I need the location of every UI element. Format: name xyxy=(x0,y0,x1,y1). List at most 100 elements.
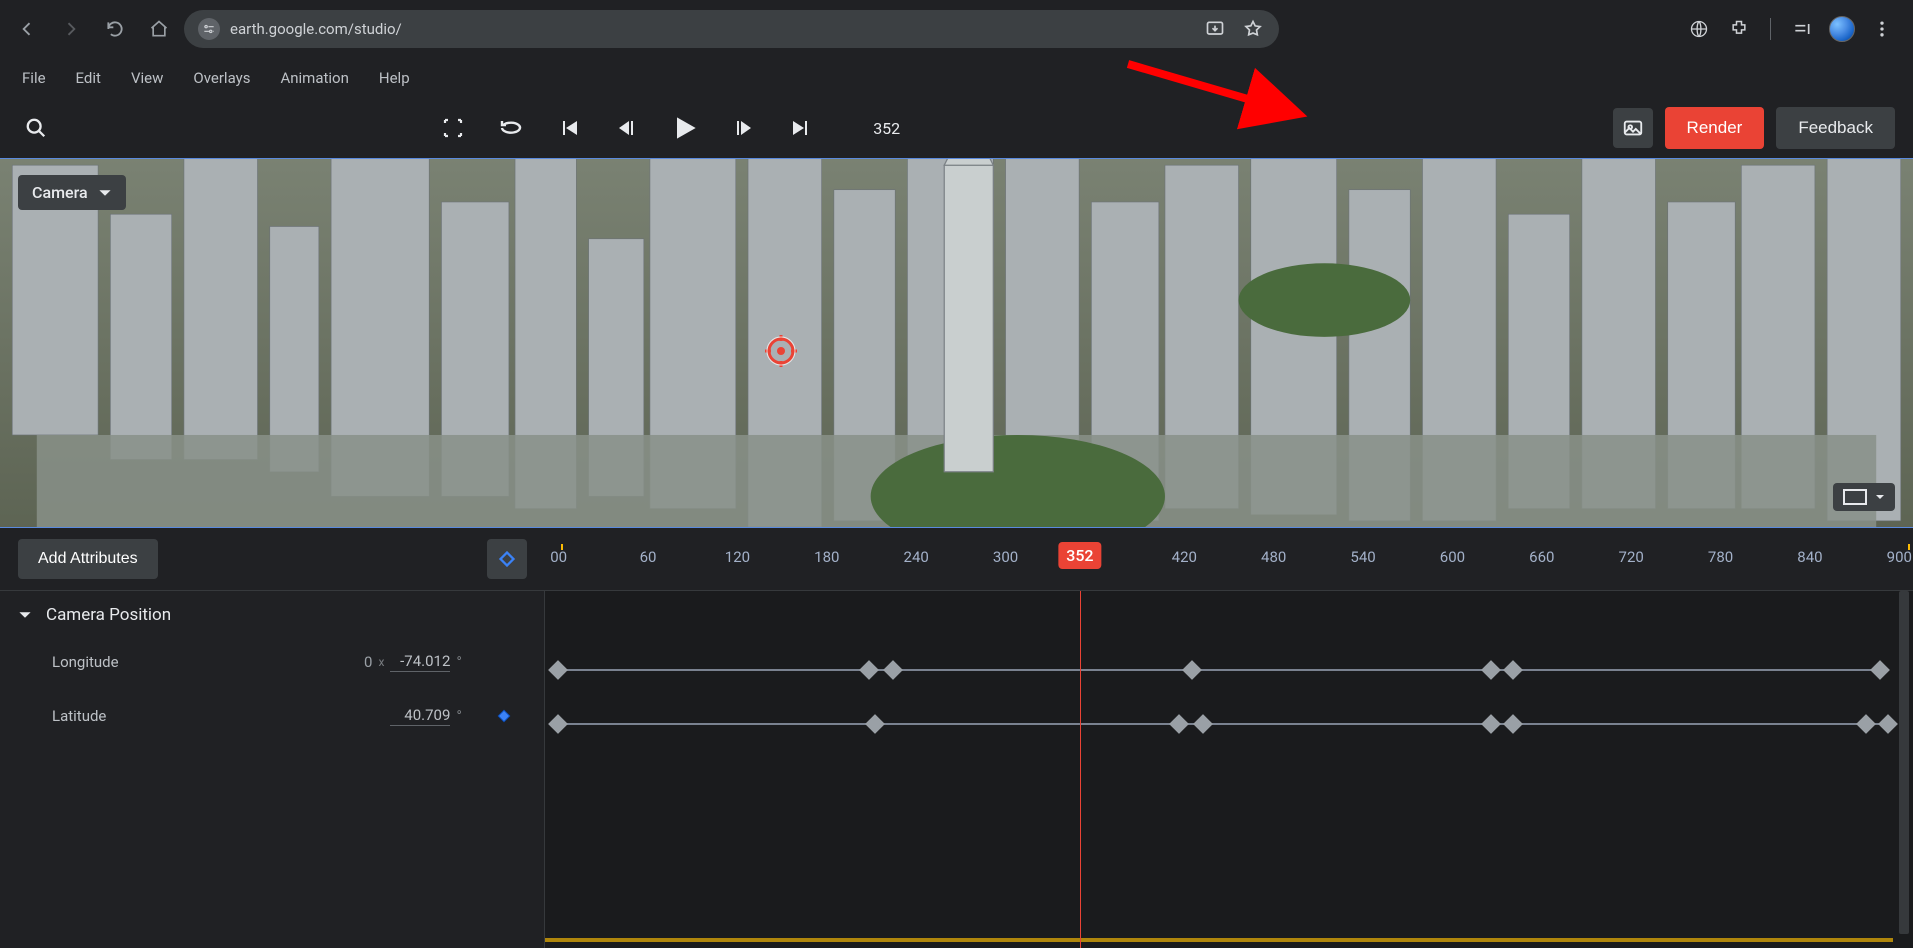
site-settings-icon[interactable] xyxy=(198,18,220,40)
timeline-ruler[interactable]: 0060120180240300360420480540600660720780… xyxy=(545,528,1913,590)
forward-icon[interactable] xyxy=(52,10,90,48)
app-toolbar: 352 Render Feedback xyxy=(0,98,1913,158)
reload-icon[interactable] xyxy=(96,10,134,48)
play-icon[interactable] xyxy=(669,112,701,144)
work-area-bar[interactable] xyxy=(545,938,1893,942)
search-icon[interactable] xyxy=(18,110,54,146)
chevron-down-icon xyxy=(18,608,32,622)
ruler-tick: 840 xyxy=(1797,548,1822,566)
menu-file[interactable]: File xyxy=(22,69,46,87)
home-icon[interactable] xyxy=(140,10,178,48)
safe-frame-icon[interactable] xyxy=(437,112,469,144)
keyframe-diamond[interactable] xyxy=(1503,714,1523,734)
camera-selector[interactable]: Camera xyxy=(18,175,126,210)
skip-start-icon[interactable] xyxy=(553,112,585,144)
keyframe-diamond[interactable] xyxy=(1870,660,1890,680)
feedback-button[interactable]: Feedback xyxy=(1776,107,1895,149)
menu-overlays[interactable]: Overlays xyxy=(193,69,250,87)
track-row[interactable] xyxy=(545,697,1893,751)
keyframe-diamond[interactable] xyxy=(1193,714,1213,734)
add-attributes-button[interactable]: Add Attributes xyxy=(18,539,158,579)
value-integer[interactable]: 0 xyxy=(322,653,372,671)
keyframe-diamond[interactable] xyxy=(1503,660,1523,680)
camera-selector-label: Camera xyxy=(32,183,88,202)
ruler-tick: 720 xyxy=(1619,548,1644,566)
step-forward-icon[interactable] xyxy=(727,112,759,144)
chevron-down-icon xyxy=(98,186,112,200)
section-camera-position[interactable]: Camera Position xyxy=(0,591,544,635)
track-row[interactable] xyxy=(545,643,1893,697)
map-viewport[interactable]: Camera xyxy=(0,158,1913,528)
profile-avatar[interactable] xyxy=(1823,10,1861,48)
vertical-scrollbar[interactable] xyxy=(1899,591,1909,934)
chevron-down-icon xyxy=(1875,492,1885,502)
auto-keyframe-toggle[interactable] xyxy=(487,539,527,579)
property-row-latitude: Latitude 40.709 ° xyxy=(0,689,544,743)
browser-chrome: earth.google.com/studio/ xyxy=(0,0,1913,58)
ruler-tick: 420 xyxy=(1172,548,1197,566)
menu-edit[interactable]: Edit xyxy=(76,69,101,87)
keyframe-diamond[interactable] xyxy=(865,714,885,734)
property-label: Longitude xyxy=(52,653,322,671)
value-decimal[interactable]: 40.709 xyxy=(390,706,450,726)
property-row-longitude: Longitude 0x -74.012 ° xyxy=(0,635,544,689)
current-frame: 352 xyxy=(873,119,900,138)
app-menu-bar: File Edit View Overlays Animation Help xyxy=(0,58,1913,98)
aspect-icon xyxy=(1843,489,1867,505)
keyframe-diamond[interactable] xyxy=(1169,714,1189,734)
menu-view[interactable]: View xyxy=(131,69,163,87)
ruler-tick: 120 xyxy=(725,548,750,566)
properties-column: Camera Position Longitude 0x -74.012 ° L… xyxy=(0,591,545,948)
install-app-icon[interactable] xyxy=(1203,17,1227,41)
keyframe-nav[interactable] xyxy=(482,689,526,743)
playhead-line[interactable] xyxy=(1080,591,1081,948)
ruler-tick: 780 xyxy=(1708,548,1733,566)
skip-end-icon[interactable] xyxy=(785,112,817,144)
ruler-tick: 660 xyxy=(1529,548,1554,566)
ruler-tick: 240 xyxy=(904,548,929,566)
ruler-tick: 300 xyxy=(993,548,1018,566)
value-decimal[interactable]: -74.012 xyxy=(390,652,450,672)
keyframe-nav[interactable] xyxy=(482,635,526,689)
ruler-tick: 600 xyxy=(1440,548,1465,566)
property-label: Latitude xyxy=(52,707,390,725)
camera-target-icon[interactable] xyxy=(765,335,797,367)
url-text: earth.google.com/studio/ xyxy=(230,20,402,38)
ruler-tick: 480 xyxy=(1261,548,1286,566)
ruler-tick: 900 xyxy=(1887,548,1912,566)
keyframe-diamond[interactable] xyxy=(1856,714,1876,734)
aspect-ratio-selector[interactable] xyxy=(1833,483,1895,511)
keyframe-diamond[interactable] xyxy=(1878,714,1898,734)
playback-controls: 352 xyxy=(437,112,900,144)
loop-icon[interactable] xyxy=(495,112,527,144)
keyframe-diamond[interactable] xyxy=(1182,660,1202,680)
bookmark-star-icon[interactable] xyxy=(1241,17,1265,41)
keyframe-diamond[interactable] xyxy=(549,660,569,680)
keyframe-diamond[interactable] xyxy=(859,660,879,680)
step-back-icon[interactable] xyxy=(611,112,643,144)
menu-help[interactable]: Help xyxy=(379,69,410,87)
ruler-tick: 180 xyxy=(814,548,839,566)
render-button[interactable]: Render xyxy=(1665,107,1765,149)
keyframe-diamond[interactable] xyxy=(883,660,903,680)
keyframe-icon xyxy=(496,548,518,570)
address-bar[interactable]: earth.google.com/studio/ xyxy=(184,10,1279,48)
tracks-area[interactable] xyxy=(545,591,1913,948)
kebab-menu-icon[interactable] xyxy=(1863,10,1901,48)
extensions-icon[interactable] xyxy=(1720,10,1758,48)
ruler-tick: 540 xyxy=(1350,548,1375,566)
keyframe-diamond[interactable] xyxy=(549,714,569,734)
section-title: Camera Position xyxy=(46,605,171,625)
translate-icon[interactable] xyxy=(1680,10,1718,48)
keyframe-diamond[interactable] xyxy=(1481,714,1501,734)
playhead-marker[interactable]: 352 xyxy=(1058,542,1101,569)
back-icon[interactable] xyxy=(8,10,46,48)
timeline-panel: Add Attributes 0060120180240300360420480… xyxy=(0,528,1913,948)
media-control-icon[interactable] xyxy=(1783,10,1821,48)
ruler-tick: 60 xyxy=(640,548,657,566)
snapshot-button[interactable] xyxy=(1613,108,1653,148)
ruler-tick: 00 xyxy=(550,548,567,566)
city-render xyxy=(0,159,1913,527)
keyframe-diamond[interactable] xyxy=(1481,660,1501,680)
menu-animation[interactable]: Animation xyxy=(280,69,348,87)
